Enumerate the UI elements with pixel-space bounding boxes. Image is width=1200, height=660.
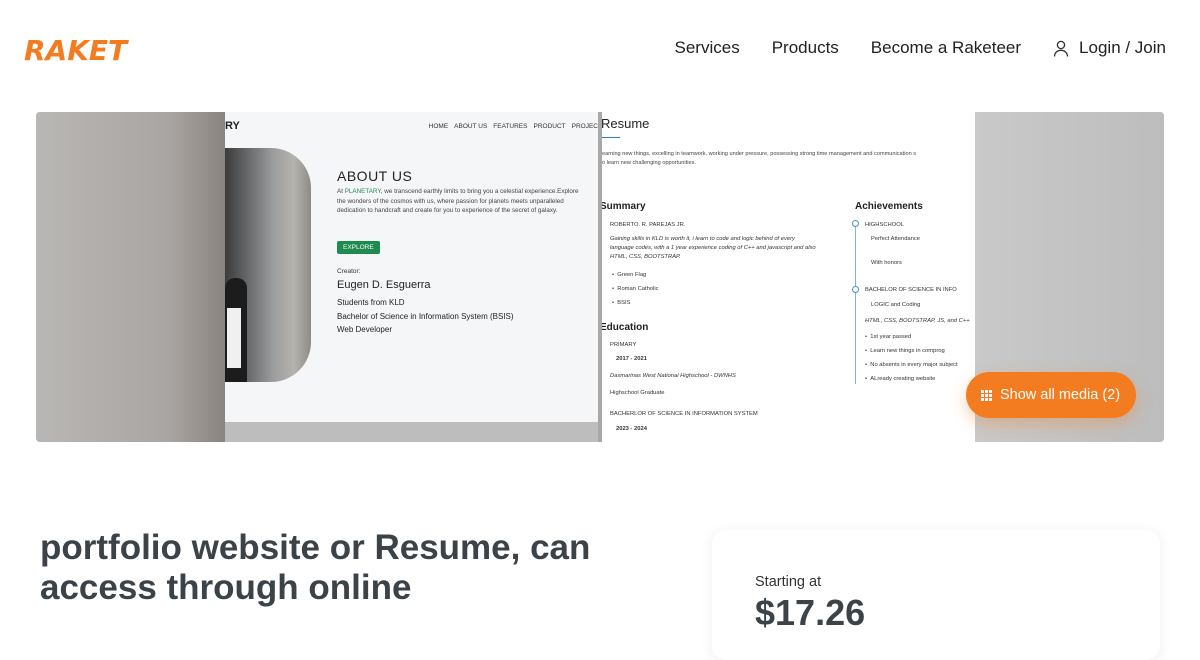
nav-products[interactable]: Products [772, 38, 839, 58]
resume-title: Resume [602, 116, 650, 131]
gallery-blur-left [36, 112, 225, 442]
show-media-label: Show all media (2) [1000, 387, 1121, 403]
achievement-bullet: • No absents in every major subject [865, 362, 958, 368]
achievement-bullet: • 1st year passed [865, 334, 912, 340]
person-shirt [227, 308, 241, 368]
summary-bullet: • Roman Catholic [612, 286, 659, 292]
shot-menu-item: HOME [428, 123, 449, 130]
achievement-bullet: • Learn new things in comprog [865, 348, 945, 354]
login-join-link[interactable]: Login / Join [1053, 38, 1166, 58]
resume-intro: earning new things, excelling in teamwor… [602, 151, 917, 166]
achievements-heading: Achievements [855, 201, 923, 212]
education-heading: Education [602, 322, 649, 333]
creator-photo [225, 148, 311, 382]
listing-title: portfolio website or Resume, can access … [40, 528, 591, 607]
summary-bullet: • BSIS [612, 300, 631, 306]
user-icon [1053, 40, 1069, 57]
nav-become-raketeer[interactable]: Become a Raketeer [871, 38, 1021, 58]
shot-menu-item: PROJEC [571, 123, 598, 130]
creator-details: Students from KLD Bachelor of Science in… [337, 298, 514, 334]
about-us-screenshot[interactable]: RY HOME ABOUT US FEATURES PRODUCT PROJEC… [225, 112, 598, 422]
achievement-bullet: • ALready creating website [865, 376, 936, 382]
show-all-media-button[interactable]: Show all media (2) [966, 372, 1136, 418]
shot-menu-item: PRODUCT [533, 123, 566, 130]
resume-screenshot[interactable]: Resume earning new things, excelling in … [602, 112, 975, 442]
shot-menu-item: ABOUT US [454, 123, 488, 130]
raket-logo[interactable]: RAKET [24, 34, 127, 67]
grid-icon [981, 389, 992, 401]
timeline-dot [852, 220, 859, 227]
price-card: Starting at $17.26 [712, 530, 1160, 660]
nav-services[interactable]: Services [675, 38, 740, 58]
explore-button: EXPLORE [337, 241, 380, 254]
shot-menu-item: FEATURES [493, 123, 528, 130]
creator-name: Eugen D. Esguerra [337, 279, 431, 291]
title-underline [602, 137, 620, 138]
planetary-accent: PLANETARY [344, 188, 381, 195]
timeline-dot [852, 286, 859, 293]
creator-label: Creator: [337, 268, 361, 275]
about-paragraph: At PLANETARY, we transcend earthly limit… [337, 188, 579, 214]
login-join-label: Login / Join [1079, 38, 1166, 57]
summary-bullet: • Green Flag [612, 272, 647, 278]
main-nav: Services Products Become a Raketeer Logi… [675, 38, 1166, 58]
summary-name: ROBERTO. R. PAREJAS JR. [610, 222, 686, 228]
summary-heading: Summary [602, 201, 646, 212]
about-heading: ABOUT US [337, 168, 413, 184]
shot-menu: HOME ABOUT US FEATURES PRODUCT PROJEC [429, 123, 598, 130]
starting-at-label: Starting at [755, 574, 822, 590]
top-navbar: RAKET Services Products Become a Raketee… [0, 0, 1200, 100]
price-value: $17.26 [755, 592, 866, 633]
shot-brand: RY [225, 120, 240, 132]
achievements-timeline [855, 224, 856, 384]
